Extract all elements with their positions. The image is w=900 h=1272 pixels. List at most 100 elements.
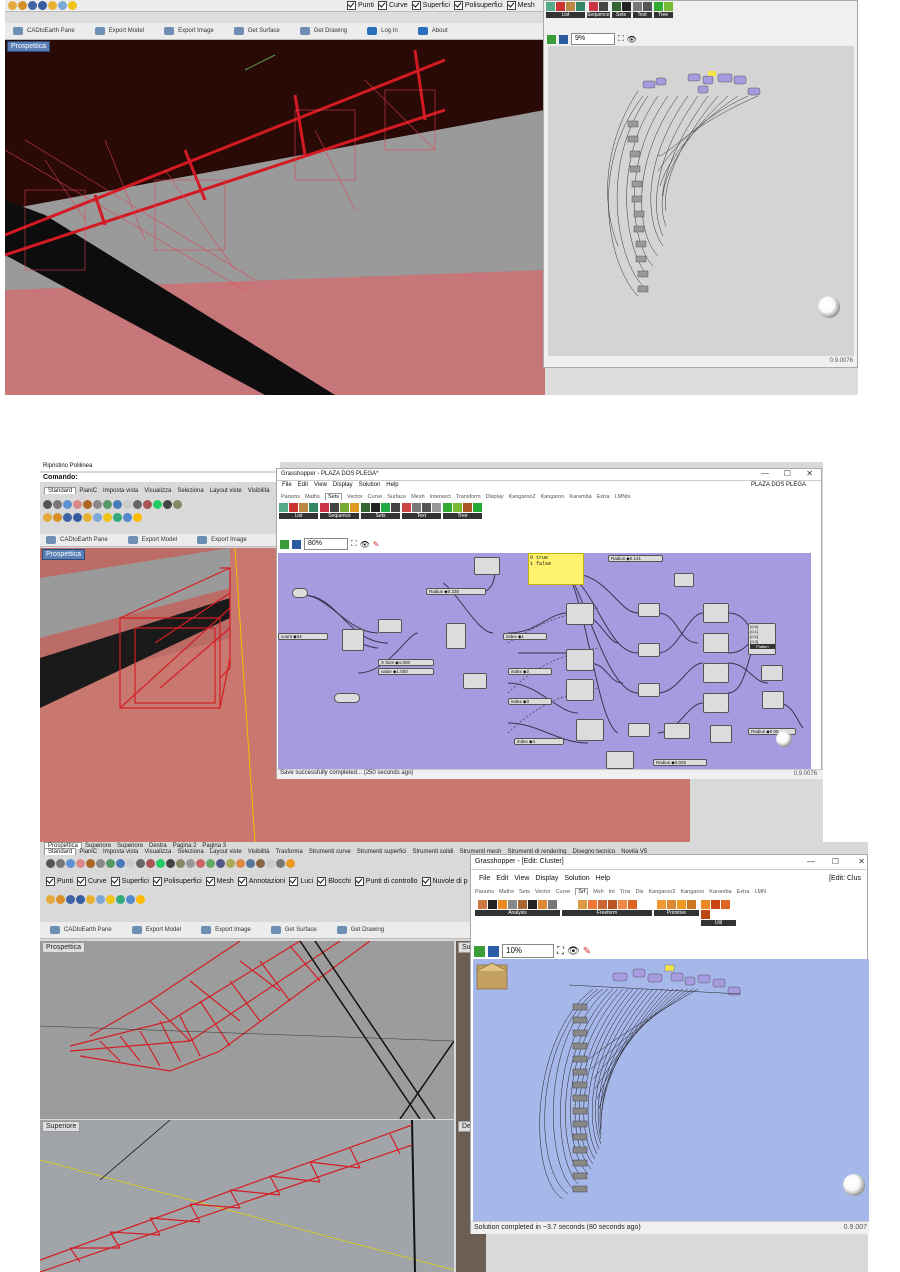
slider-index-4[interactable]: index ◆4 xyxy=(514,738,564,745)
tab-srf[interactable]: Srf xyxy=(575,888,589,895)
tab-seleziona[interactable]: Seleziona xyxy=(174,849,206,855)
group-list[interactable]: List xyxy=(546,2,585,18)
tab-layout-viste[interactable]: Layout viste xyxy=(207,849,245,855)
group-tree[interactable]: Tree xyxy=(443,503,482,519)
tab-sets[interactable]: Sets xyxy=(519,889,530,895)
cadtoearth-pane-button[interactable]: CADtoEarth Pane xyxy=(13,27,75,35)
group-tree[interactable]: Tree xyxy=(653,2,673,18)
list-item-node-2[interactable] xyxy=(566,649,594,671)
checkbox-superfici[interactable]: Superfici xyxy=(110,877,149,886)
tab-strumenti-superfici[interactable]: Strumenti superfici xyxy=(354,849,410,855)
slider-index-1[interactable]: index ◆1 xyxy=(503,633,547,640)
viewport-prospettica[interactable]: Prospettica xyxy=(5,40,545,395)
group-analysis[interactable]: Analysis xyxy=(475,900,560,926)
get-surface-button[interactable]: Get Surface xyxy=(270,926,317,934)
slider-index-3[interactable]: index ◆3 xyxy=(508,698,552,705)
checkbox-mesh[interactable]: Mesh xyxy=(205,877,234,886)
export-model-button[interactable]: Export Model xyxy=(94,27,144,35)
tab-params[interactable]: Params xyxy=(281,494,300,500)
viewport-label-bottom[interactable]: Superiore xyxy=(42,1121,81,1132)
pipe-node-3[interactable] xyxy=(703,663,729,683)
tab-trasforma[interactable]: Trasforma xyxy=(273,849,306,855)
tab-strumenti-curve[interactable]: Strumenti curve xyxy=(306,849,354,855)
group-freeform[interactable]: Freeform xyxy=(562,900,652,926)
bool-toggle-node[interactable] xyxy=(292,588,308,598)
preview-eye-icon[interactable]: 👁 xyxy=(567,946,580,957)
open-file-icon[interactable] xyxy=(547,34,556,44)
navigation-compass-icon[interactable] xyxy=(776,731,792,747)
pipe-node-4[interactable] xyxy=(703,693,729,713)
maximize-icon[interactable]: ☐ xyxy=(832,857,839,866)
checkbox-punti[interactable]: Punti xyxy=(347,1,374,10)
menu-edit[interactable]: Edit xyxy=(298,482,308,488)
save-file-icon[interactable] xyxy=(559,34,568,44)
checkbox-polisuperfici[interactable]: Polisuperfici xyxy=(152,877,202,886)
line-node-2[interactable] xyxy=(638,643,660,657)
tab-visualizza[interactable]: Visualizza xyxy=(141,849,174,855)
tab-pianic[interactable]: PianiC xyxy=(76,849,100,855)
navigation-compass-icon[interactable] xyxy=(843,1174,865,1196)
tab-kangaroo[interactable]: Kangaroo xyxy=(680,889,704,895)
checkbox-mesh[interactable]: Mesh xyxy=(506,1,535,10)
preview-eye-icon[interactable]: 👁 xyxy=(627,35,637,44)
preview-color-icon[interactable]: ✎ xyxy=(583,946,591,957)
tab-msh[interactable]: Msh xyxy=(593,889,603,895)
checkbox-nuvole[interactable]: Nuvole di p xyxy=(421,877,468,886)
pipe-node-2[interactable] xyxy=(703,633,729,653)
slider-count[interactable]: count ◆34 xyxy=(278,633,328,640)
tab-imposta-vista[interactable]: Imposta vista xyxy=(100,849,141,855)
viewport-superiore[interactable]: Superiore xyxy=(40,1120,454,1272)
menu-file[interactable]: File xyxy=(479,875,490,882)
slider-value[interactable]: value ◆1.000 xyxy=(378,668,434,675)
viewport-prospettica[interactable]: Prospettica xyxy=(40,941,454,1119)
pipe-node[interactable] xyxy=(378,619,402,633)
slider-index-2[interactable]: index ◆2 xyxy=(508,668,552,675)
tab-layout-viste[interactable]: Layout viste xyxy=(207,488,245,494)
export-image-button[interactable]: Export Image xyxy=(164,27,214,35)
merge-node[interactable]: {0;0} {0;1} {0;2} {0;3} Flatten xyxy=(748,623,776,655)
save-file-icon[interactable] xyxy=(488,945,499,957)
tab-params[interactable]: Params xyxy=(475,889,494,895)
checkbox-superfici[interactable]: Superfici xyxy=(411,1,450,10)
tab-seleziona[interactable]: Seleziona xyxy=(174,488,206,494)
gh-canvas[interactable] xyxy=(473,959,869,1221)
menu-view[interactable]: View xyxy=(314,482,327,488)
tab-curve[interactable]: Curve xyxy=(556,889,571,895)
tab-mesh[interactable]: Mesh xyxy=(411,494,424,500)
menu-file[interactable]: File xyxy=(282,482,292,488)
yellow-panel[interactable]: 0 true 1 false xyxy=(528,553,584,585)
menu-help[interactable]: Help xyxy=(596,875,610,882)
menu-solution[interactable]: Solution xyxy=(564,875,589,882)
tab-visibilita[interactable]: Visibilità xyxy=(245,488,273,494)
group-text[interactable]: Text xyxy=(402,503,441,519)
list-item-node-3[interactable] xyxy=(566,679,594,701)
cadtoearth-pane-button[interactable]: CADtoEarth Pane xyxy=(50,926,112,934)
close-icon[interactable]: ✕ xyxy=(806,469,813,478)
pipe-node-1[interactable] xyxy=(703,603,729,623)
divide-node[interactable] xyxy=(342,629,364,651)
tab-karamba[interactable]: Karamba xyxy=(569,494,591,500)
zoom-extents-icon[interactable]: ⛶ xyxy=(618,34,624,44)
tab-kangaroo2[interactable]: Kangaroo2 xyxy=(509,494,536,500)
vector-node-2[interactable] xyxy=(664,723,690,739)
menu-display[interactable]: Display xyxy=(333,482,353,488)
line-node-3[interactable] xyxy=(638,683,660,697)
about-button[interactable]: About xyxy=(417,27,448,35)
zoom-dropdown[interactable]: 80% xyxy=(304,538,348,550)
tab-karamba[interactable]: Karamba xyxy=(709,889,731,895)
menu-solution[interactable]: Solution xyxy=(359,482,381,488)
zoom-extents-icon[interactable]: ⛶ xyxy=(351,539,357,549)
preview-color-icon[interactable]: ✎ xyxy=(373,540,380,549)
export-image-button[interactable]: Export Image xyxy=(201,926,251,934)
open-file-icon[interactable] xyxy=(474,945,485,957)
checkbox-punti-controllo[interactable]: Punti di controllo xyxy=(354,877,418,886)
dispatch-node[interactable] xyxy=(761,665,783,681)
tab-trns[interactable]: Trns xyxy=(620,889,631,895)
viewport-label[interactable]: Prospettica xyxy=(7,41,51,52)
tab-lmnts[interactable]: LMNts xyxy=(615,494,631,500)
checkbox-luci[interactable]: Luci xyxy=(289,877,313,886)
tab-dis[interactable]: Dis xyxy=(636,889,644,895)
tab-int[interactable]: Int xyxy=(609,889,615,895)
tab-pianic[interactable]: PianiC xyxy=(76,488,100,494)
tab-visibilita[interactable]: Visibilità xyxy=(245,849,273,855)
